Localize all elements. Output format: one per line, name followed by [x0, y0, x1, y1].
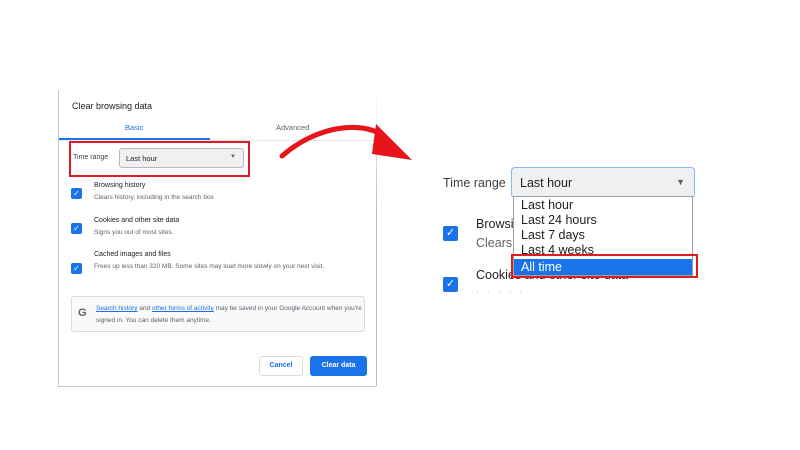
- other-activity-link[interactable]: other forms of activity: [152, 305, 214, 312]
- zoom-browsing-label: Browsi: [476, 217, 514, 231]
- dropdown-option-last-hour[interactable]: Last hour: [521, 198, 573, 212]
- option-desc: Frees up less than 320 MB. Some sites ma…: [94, 263, 325, 270]
- all-time-highlight-box: [511, 254, 698, 278]
- clear-data-button[interactable]: Clear data: [310, 356, 367, 376]
- zoom-cookies-desc-fragment: · · · · ·: [476, 287, 526, 296]
- note-text: Search history and other forms of activi…: [96, 303, 362, 327]
- checkmark-icon[interactable]: ✓: [71, 263, 82, 274]
- zoom-selected-value: Last hour: [520, 176, 573, 190]
- zoom-time-range-select[interactable]: Last hour ▼: [511, 167, 695, 198]
- dialog-title: Clear browsing data: [72, 101, 153, 111]
- tab-basic[interactable]: Basic: [125, 123, 143, 132]
- checkmark-icon[interactable]: ✓: [443, 226, 458, 241]
- triangle-down-icon: ▼: [230, 154, 236, 160]
- checkmark-icon[interactable]: ✓: [71, 223, 82, 234]
- note-and: and: [137, 305, 153, 312]
- zoom-clears-label: Clears: [476, 236, 513, 250]
- dropdown-option-last-7-days[interactable]: Last 7 days: [521, 228, 585, 242]
- triangle-down-icon: ▼: [676, 177, 685, 187]
- option-title: Cached images and files: [94, 251, 171, 258]
- google-account-note: G Search history and other forms of acti…: [71, 296, 365, 332]
- cancel-button[interactable]: Cancel: [259, 356, 303, 376]
- dropdown-option-last-24-hours[interactable]: Last 24 hours: [521, 213, 597, 227]
- checkmark-icon[interactable]: ✓: [443, 277, 458, 292]
- time-range-value: Last hour: [126, 154, 158, 163]
- curved-red-arrow-icon: [279, 124, 412, 160]
- checkmark-icon[interactable]: ✓: [71, 188, 82, 199]
- search-history-link[interactable]: Search history: [96, 305, 138, 312]
- option-desc: Signs you out of most sites.: [94, 229, 174, 236]
- option-title: Cookies and other site data: [94, 217, 180, 224]
- option-title: Browsing history: [94, 182, 146, 189]
- time-range-label: Time range: [73, 154, 109, 161]
- zoom-time-range-label: Time range: [443, 176, 506, 190]
- option-desc: Clears history, including in the search …: [94, 194, 214, 201]
- google-g-icon: G: [78, 307, 87, 319]
- time-range-select[interactable]: Last hour ▼: [119, 148, 244, 168]
